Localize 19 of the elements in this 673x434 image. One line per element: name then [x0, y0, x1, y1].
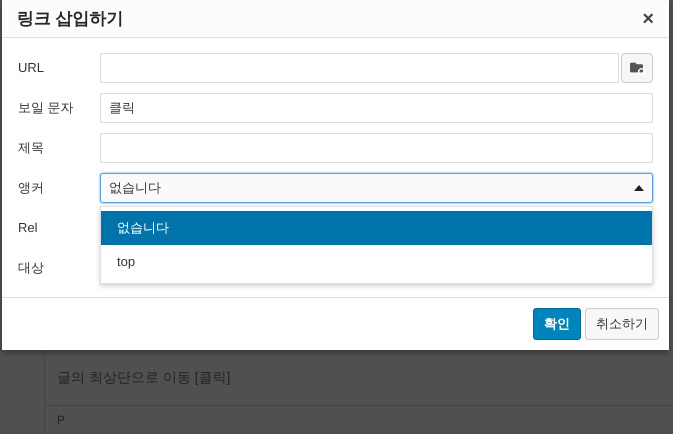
dropdown-option[interactable]: 없습니다 — [101, 211, 652, 245]
url-field[interactable] — [100, 53, 619, 83]
field-label: Rel — [18, 219, 39, 238]
field-label: 대상 — [18, 259, 45, 278]
text-field[interactable] — [100, 133, 653, 163]
close-button[interactable]: × — [642, 8, 654, 28]
field-label: 제목 — [18, 139, 45, 158]
browse-button[interactable] — [621, 53, 653, 83]
folder-search-icon — [629, 61, 645, 75]
field-label: 보일 문자 — [18, 99, 75, 118]
field-label: URL — [18, 59, 46, 78]
field-label: 앵커 — [18, 179, 45, 198]
anchor-select[interactable]: 없습니다 — [100, 173, 653, 203]
caret-icon — [634, 185, 644, 191]
confirm-button[interactable]: 확인 — [533, 308, 581, 340]
cancel-button[interactable]: 취소하기 — [585, 308, 659, 340]
dropdown-option[interactable]: top — [101, 245, 652, 279]
text-field[interactable]: 클릭 — [100, 93, 653, 123]
dialog-title: 링크 삽입하기 — [17, 8, 124, 30]
